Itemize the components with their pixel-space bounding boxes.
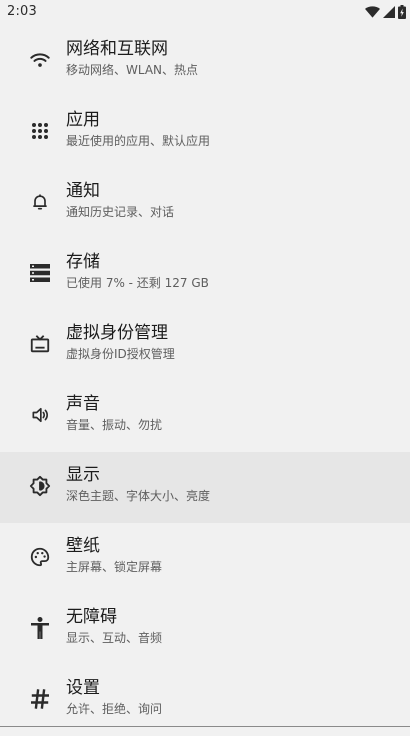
battery-icon [398, 5, 406, 19]
hash-icon [28, 687, 52, 711]
settings-item-subtitle: 已使用 7% - 还剩 127 GB [66, 276, 209, 290]
cell-signal-icon [383, 6, 395, 18]
brightness-icon [28, 474, 52, 498]
apps-grid-icon [28, 119, 52, 143]
settings-item-title: 虚拟身份管理 [66, 323, 168, 343]
status-icons [365, 4, 406, 20]
settings-item-title: 壁纸 [66, 536, 100, 556]
settings-item-subtitle: 移动网络、WLAN、热点 [66, 63, 199, 77]
speaker-icon [28, 403, 52, 427]
settings-item-subtitle: 深色主题、字体大小、亮度 [66, 489, 211, 503]
tv-icon [28, 332, 52, 356]
settings-item-display[interactable]: 显示 深色主题、字体大小、亮度 [0, 452, 410, 523]
status-time: 2:03 [7, 4, 37, 19]
palette-icon [28, 545, 52, 569]
settings-item-network[interactable]: 网络和互联网 移动网络、WLAN、热点 [0, 26, 410, 97]
settings-item-subtitle: 允许、拒绝、询问 [66, 702, 163, 716]
settings-item-subtitle: 虚拟身份ID授权管理 [66, 347, 175, 361]
settings-item-subtitle: 音量、振动、勿扰 [66, 418, 163, 432]
settings-item-title: 网络和互联网 [66, 39, 168, 59]
settings-item-title: 无障碍 [66, 607, 117, 627]
bell-icon [28, 190, 52, 214]
settings-item-title: 声音 [66, 394, 100, 414]
settings-item-subtitle: 主屏幕、锁定屏幕 [66, 560, 163, 574]
settings-item-storage[interactable]: 存储 已使用 7% - 还剩 127 GB [0, 239, 410, 310]
settings-item-accessibility[interactable]: 无障碍 显示、互动、音频 [0, 594, 410, 665]
settings-item-subtitle: 显示、互动、音频 [66, 631, 163, 645]
accessibility-icon [28, 616, 52, 640]
storage-icon [28, 261, 52, 285]
settings-item-title: 应用 [66, 110, 100, 130]
wifi-icon [365, 6, 380, 18]
settings-item-apps[interactable]: 应用 最近使用的应用、默认应用 [0, 97, 410, 168]
wifi-icon [28, 48, 52, 72]
settings-item-wallpaper[interactable]: 壁纸 主屏幕、锁定屏幕 [0, 523, 410, 594]
status-bar: 2:03 [0, 0, 410, 24]
settings-item-title: 显示 [66, 465, 100, 485]
settings-item-sound[interactable]: 声音 音量、振动、勿扰 [0, 381, 410, 452]
settings-item-subtitle: 通知历史记录、对话 [66, 205, 175, 219]
settings-list: 网络和互联网 移动网络、WLAN、热点 应用 最近使用的应用、默认应用 通知 通… [0, 26, 410, 736]
bottom-divider [0, 726, 410, 727]
settings-item-virtual-identity[interactable]: 虚拟身份管理 虚拟身份ID授权管理 [0, 310, 410, 381]
settings-item-title: 设置 [66, 678, 100, 698]
settings-item-title: 存储 [66, 252, 100, 272]
settings-item-subtitle: 最近使用的应用、默认应用 [66, 134, 211, 148]
settings-item-title: 通知 [66, 181, 100, 201]
settings-item-notifications[interactable]: 通知 通知历史记录、对话 [0, 168, 410, 239]
